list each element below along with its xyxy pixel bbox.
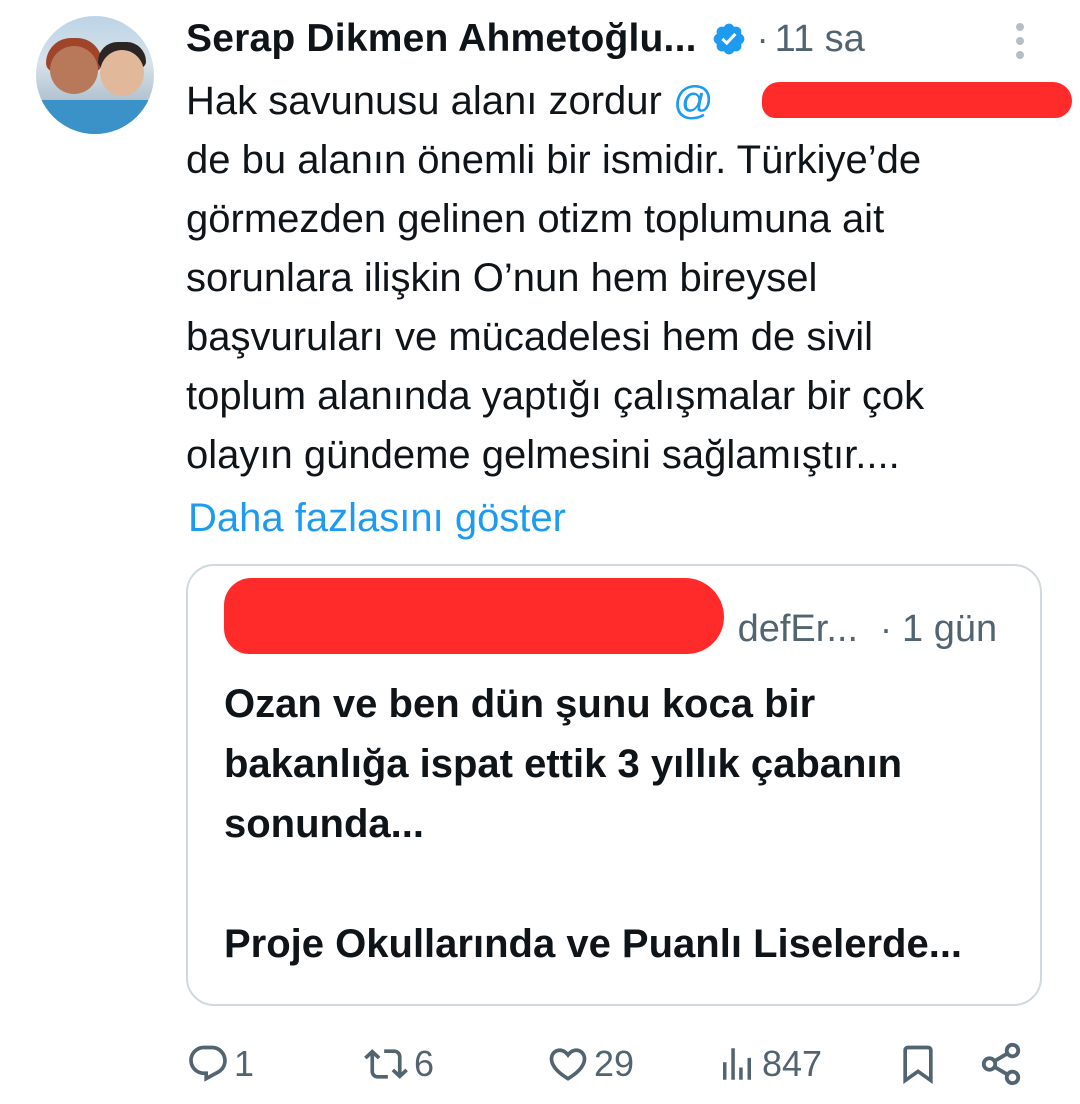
verified-badge-icon — [711, 21, 747, 57]
tweet-text-line: başvuruları ve mücadelesi hem de sivil — [186, 315, 873, 359]
quoted-tweet-card[interactable]: defEr... · 1 gün Ozan ve ben dün şunu ko… — [186, 564, 1042, 1006]
quoted-text-line: bakanlığa ispat ettik 3 yıllık çabanın — [224, 742, 903, 786]
reply-icon — [189, 1045, 227, 1082]
header-separator: · — [756, 18, 769, 59]
quoted-text-line: sonunda... — [224, 802, 424, 846]
like-button[interactable]: 29 — [546, 1034, 634, 1094]
quoted-text-line — [224, 854, 1014, 914]
more-vertical-icon[interactable] — [1006, 20, 1034, 60]
views-icon — [723, 1048, 751, 1080]
quoted-tweet-text: Ozan ve ben dün şunu koca bir bakanlığa … — [224, 674, 1014, 974]
tweet-text-line: toplum alanında yaptığı çalışmalar bir ç… — [186, 374, 925, 418]
show-more-link[interactable]: Daha fazlasını göster — [188, 488, 566, 548]
like-count: 29 — [594, 1043, 635, 1084]
mention-link[interactable]: @ — [673, 79, 714, 123]
quoted-tweet-timestamp: 1 gün — [902, 608, 998, 650]
tweet-text-line: görmezden gelinen otizm toplumuna ait — [186, 197, 885, 241]
retweet-count: 6 — [414, 1043, 435, 1084]
tweet-text-line: sorunlara ilişkin O’nun hem bireysel — [186, 256, 818, 300]
tweet[interactable]: Serap Dikmen Ahmetoğlu... · 11 sa Hak sa… — [0, 0, 1080, 1104]
share-icon — [981, 1042, 1021, 1086]
tweet-text: Hak savunusu alanı zordur @ de bu alanın… — [186, 72, 1056, 485]
avatar-photo-detail — [100, 50, 144, 96]
quoted-text-line: Proje Okullarında ve Puanlı Liselerde... — [224, 922, 963, 966]
author-name[interactable]: Serap Dikmen Ahmetoğlu... — [186, 17, 697, 61]
tweet-text-line: de bu alanın önemli bir ismidir. Türkiye… — [186, 138, 922, 182]
reply-button[interactable]: 1 — [186, 1034, 254, 1094]
heart-icon — [549, 1048, 587, 1081]
retweet-button[interactable]: 6 — [362, 1034, 434, 1094]
avatar-photo-detail — [50, 46, 98, 94]
views-count: 847 — [762, 1043, 823, 1084]
tweet-header: Serap Dikmen Ahmetoğlu... · 11 sa — [186, 12, 865, 66]
retweet-icon — [364, 1049, 408, 1079]
tweet-timestamp[interactable]: 11 sa — [775, 18, 865, 61]
share-button[interactable] — [978, 1034, 1024, 1094]
reply-count: 1 — [234, 1043, 255, 1084]
views-button[interactable]: 847 — [716, 1034, 822, 1094]
bookmark-icon — [903, 1045, 933, 1085]
tweet-actions-bar: 1 6 29 847 — [186, 1034, 1036, 1094]
redaction-mark — [224, 578, 724, 654]
author-avatar[interactable] — [36, 16, 154, 134]
bookmark-button[interactable] — [896, 1034, 940, 1094]
quoted-header-separator: · — [880, 608, 892, 649]
quoted-text-line: Ozan ve ben dün şunu koca bir — [224, 682, 816, 726]
avatar-photo-detail — [36, 100, 154, 134]
tweet-text-line: olayın gündeme gelmesini sağlamıştır.... — [186, 433, 900, 477]
redaction-mark — [762, 82, 1072, 118]
